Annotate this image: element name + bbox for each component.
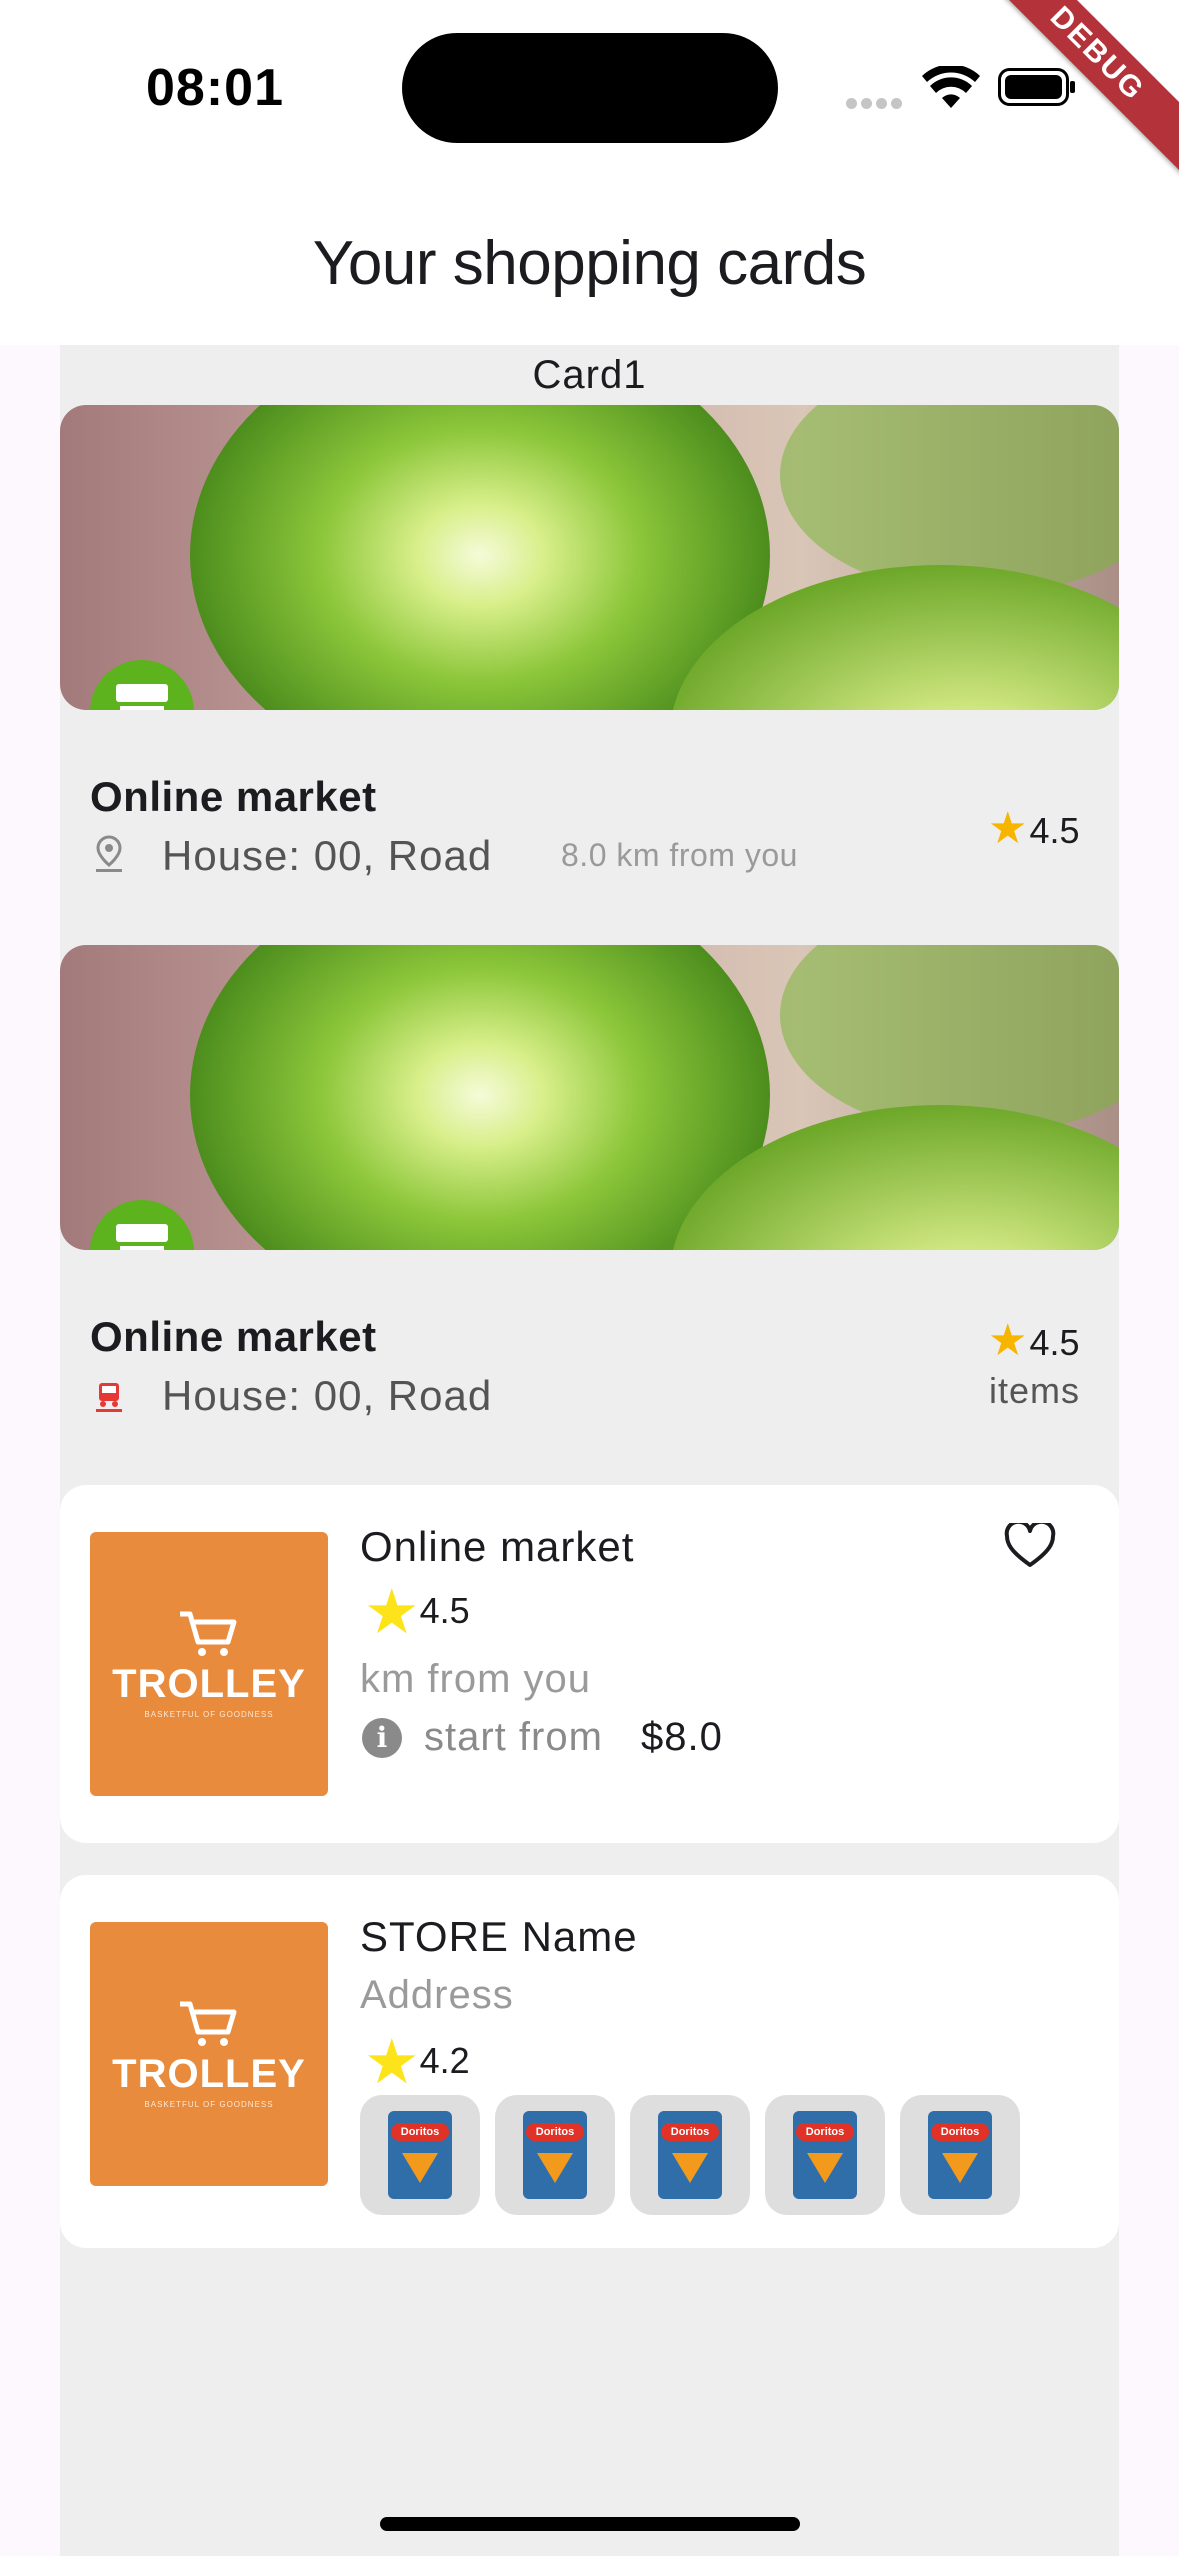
product-item[interactable]: Doritos [630,2095,750,2215]
store-logo: TROLLEY BASKETFUL OF GOODNESS [90,1922,328,2186]
card-title: Online market [90,1313,377,1360]
store-card[interactable]: TROLLEY BASKETFUL OF GOODNESS Online mar… [60,1485,1119,1843]
chips-bag-image: Doritos [523,2111,587,2199]
market-card[interactable] [60,945,1119,1250]
kiwi-banner-image [60,405,1119,710]
card-rating: ★4.5 [988,1316,1080,1365]
product-item[interactable]: Doritos [900,2095,1020,2215]
store-logo: TROLLEY BASKETFUL OF GOODNESS [90,1532,328,1796]
chips-bag-image: Doritos [658,2111,722,2199]
card-distance: 8.0 km from you [561,837,798,873]
store-name: STORE Name [360,1913,638,1960]
product-item[interactable]: Doritos [360,2095,480,2215]
card-items-label: items [989,1370,1081,1411]
card-title: Online market [90,773,377,820]
star-icon: ★ [988,1316,1028,1365]
kiwi-banner-image [60,945,1119,1250]
info-icon: i [362,1718,402,1758]
store-tagline: BASKETFUL OF GOODNESS [144,1710,274,1719]
page-title: Your shopping cards [312,229,867,298]
heart-icon[interactable] [1004,1523,1056,1569]
home-indicator[interactable] [380,2517,800,2531]
status-bar: 08:01 DEBUG [0,0,1179,180]
start-price: $8.0 [641,1715,723,1759]
store-rating: ★4.2 [364,2028,470,2097]
battery-icon [998,68,1075,106]
status-time: 08:01 [146,59,284,117]
store-name: Online market [360,1523,635,1570]
section-label: Card1 [532,353,647,397]
store-tagline: BASKETFUL OF GOODNESS [144,2100,274,2109]
cart-icon [180,2001,237,2046]
card-address: House: 00, Road [162,832,493,879]
product-item[interactable]: Doritos [765,2095,885,2215]
store-card[interactable]: TROLLEY BASKETFUL OF GOODNESS STORE Name… [60,1875,1119,2248]
star-icon: ★ [364,1578,420,1647]
chips-bag-image: Doritos [388,2111,452,2199]
product-item[interactable]: Doritos [495,2095,615,2215]
chips-bag-image: Doritos [928,2111,992,2199]
start-from-label: start from [424,1715,603,1759]
card-rating: ★4.5 [988,804,1080,853]
cart-icon [180,1611,237,1656]
star-icon: ★ [364,2028,420,2097]
market-card[interactable] [60,405,1119,710]
location-pin-icon [96,835,122,872]
signal-icon [846,96,906,109]
chips-bag-image: Doritos [793,2111,857,2199]
dynamic-island [402,33,778,143]
store-brand: TROLLEY [112,2052,306,2096]
star-icon: ★ [988,804,1028,853]
store-distance: km from you [360,1657,592,1701]
app-bar: Your shopping cards [0,180,1179,345]
cards-list[interactable]: Card1 Online market House: 00, Road 8.0 … [60,345,1119,2556]
delivery-car-icon [96,1383,122,1412]
store-address: Address [360,1973,514,2017]
card-address: House: 00, Road [162,1372,493,1419]
wifi-icon [922,66,980,108]
store-brand: TROLLEY [112,1662,306,1706]
store-rating: ★4.5 [364,1578,470,1647]
